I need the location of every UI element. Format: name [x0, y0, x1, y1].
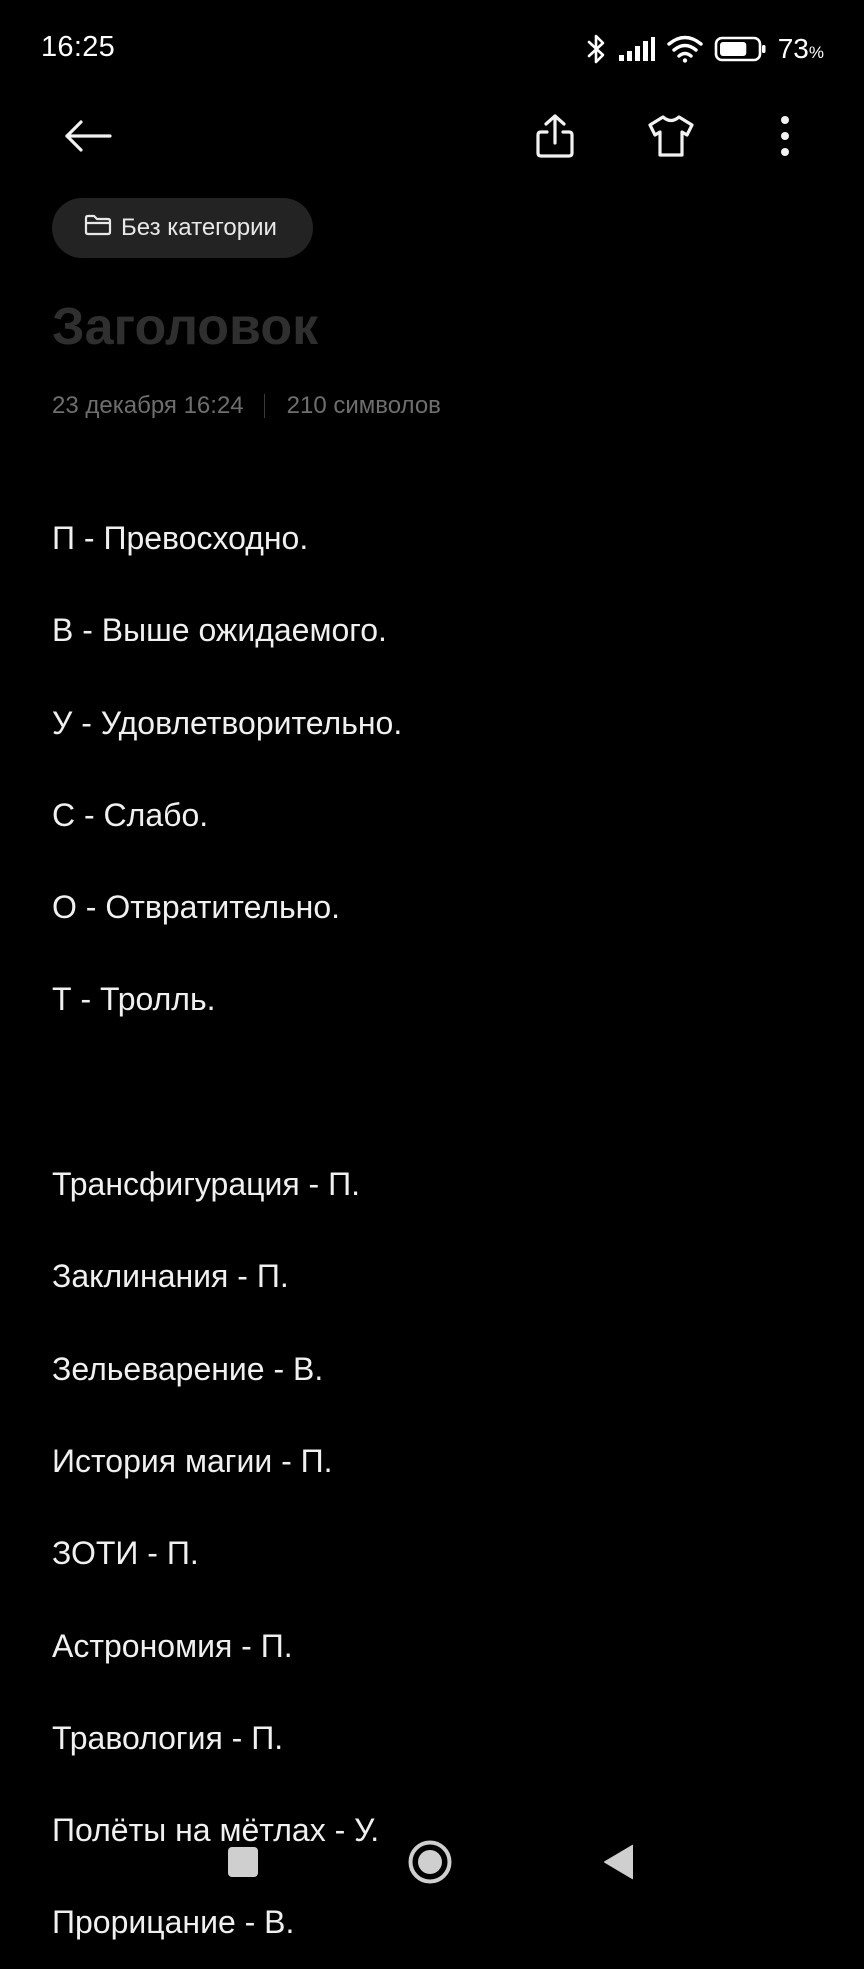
note-line: Зельеварение - В.: [52, 1350, 324, 1387]
recents-square-icon: [227, 1846, 259, 1883]
note-line: Т - Тролль.: [52, 981, 216, 1018]
bluetooth-icon: [586, 33, 608, 65]
status-icons: 73%: [586, 30, 824, 68]
back-button[interactable]: [52, 100, 124, 172]
wifi-icon: [666, 34, 704, 64]
status-bar: 16:25 73%: [0, 0, 864, 98]
note-body[interactable]: П - Превосходно. В - Выше ожидаемого. У …: [52, 492, 824, 1969]
category-label: Без категории: [121, 214, 277, 241]
recents-button[interactable]: [211, 1832, 275, 1896]
note-title-input[interactable]: [52, 294, 812, 360]
back-arrow-icon: [62, 118, 114, 154]
theme-button[interactable]: [635, 100, 707, 172]
note-line: У - Удовлетворительно.: [52, 704, 403, 741]
note-line: История магии - П.: [52, 1442, 333, 1479]
more-options-button[interactable]: [749, 100, 821, 172]
note-line: В - Выше ожидаемого.: [52, 612, 387, 649]
battery-icon: [714, 35, 768, 63]
meta-divider: [263, 394, 265, 418]
note-date: 23 декабря 16:24: [52, 392, 244, 419]
system-nav-bar: [0, 1820, 864, 1920]
note-line: [52, 1046, 824, 1138]
back-triangle-icon: [601, 1842, 635, 1887]
note-line: Заклинания - П.: [52, 1258, 289, 1295]
signal-icon: [618, 36, 656, 62]
share-button[interactable]: [519, 100, 591, 172]
note-char-count: 210 символов: [286, 392, 441, 419]
more-vertical-icon: [779, 115, 791, 157]
back-nav-button[interactable]: [586, 1832, 650, 1896]
note-line: Астрономия - П.: [52, 1627, 293, 1664]
home-button[interactable]: [398, 1832, 462, 1896]
theme-shirt-icon: [647, 114, 695, 158]
home-circle-icon: [407, 1839, 453, 1890]
note-line: П - Превосходно.: [52, 520, 309, 556]
folder-icon: [84, 213, 112, 244]
note-line: Трансфигурация - П.: [52, 1166, 360, 1203]
note-line: О - Отвратительно.: [52, 889, 341, 926]
share-icon: [534, 113, 576, 159]
note-line: Травология - П.: [52, 1719, 284, 1756]
category-chip[interactable]: Без категории: [52, 198, 313, 258]
note-meta: 23 декабря 16:24 210 символов: [52, 392, 441, 420]
note-line: ЗОТИ - П.: [52, 1535, 199, 1572]
battery-percent: 73%: [777, 33, 824, 64]
status-time: 16:25: [41, 31, 116, 63]
note-line: С - Слабо.: [52, 796, 209, 833]
toolbar: [0, 100, 864, 172]
